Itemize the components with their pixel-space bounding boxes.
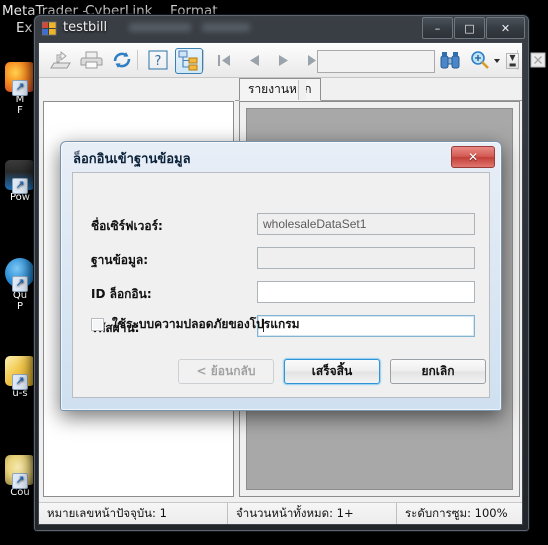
firefox-icon: ↗ — [5, 62, 35, 96]
dialog-body: ชื่อเซิร์ฟเวอร์: ฐานข้อมูล: ID ล็อกอิน: … — [72, 172, 490, 398]
tab-main-report[interactable]: รายงานหลัก — [239, 78, 321, 101]
next-page-icon — [279, 55, 288, 66]
first-page-icon — [218, 55, 230, 66]
titlebar-blur-artifact-1 — [129, 23, 191, 32]
status-current-page: หมายเลขหน้าปัจจุบัน: 1 — [47, 505, 167, 520]
field-row-login-id: ID ล็อกอิน: — [91, 281, 475, 305]
back-button[interactable]: < ย้อนกลับ — [178, 359, 274, 384]
report-tabstrip: รายงานหลัก — [39, 78, 522, 101]
cancel-button[interactable]: ยกเลิก — [390, 359, 486, 384]
field-row-server-name: ชื่อเซิร์ฟเวอร์: — [91, 213, 475, 237]
maximize-button[interactable]: □ — [454, 17, 485, 39]
binoculars-icon — [440, 52, 460, 69]
next-page-button[interactable] — [271, 48, 299, 74]
game-icon: ↗ — [5, 455, 35, 489]
finish-button[interactable]: เสร็จสิ้น — [284, 359, 380, 384]
export-button[interactable] — [49, 48, 77, 74]
toolbar-separator-2 — [203, 50, 204, 70]
shortcut-arrow-icon: ↗ — [12, 276, 28, 292]
question-mark-icon: ? — [148, 50, 168, 70]
svg-text:?: ? — [155, 54, 162, 69]
first-page-button[interactable] — [211, 48, 239, 74]
window-controls: – □ ✕ — [422, 17, 525, 39]
vs-project-icon — [42, 21, 57, 36]
find-button[interactable] — [437, 48, 465, 74]
previous-page-button[interactable] — [241, 48, 269, 74]
toolbar-overflow-icon[interactable]: ▼ ▬ — [506, 53, 519, 69]
print-button[interactable] — [79, 48, 107, 74]
desktop-icon-label: MF — [15, 94, 25, 116]
powerpoint-icon: ↗ — [5, 160, 35, 194]
database-input[interactable] — [257, 247, 475, 269]
database-login-dialog: ล็อกอินเข้าฐานข้อมูล ✕ ชื่อเซิร์ฟเวอร์: … — [60, 141, 502, 411]
window-title: testbill — [63, 20, 108, 35]
minimize-button[interactable]: – — [422, 17, 453, 39]
status-zoom-level: ระดับการซูม: 100% — [396, 503, 516, 524]
window-titlebar[interactable]: testbill – □ ✕ — [34, 15, 529, 42]
login-id-label: ID ล็อกอิน: — [91, 287, 152, 301]
desktop-background: MetaTrader - CyberLink Format Ex ↗ MF ↗ … — [0, 0, 548, 545]
document-map-button[interactable] — [175, 48, 203, 74]
field-row-database: ฐานข้อมูล: — [91, 247, 475, 271]
shortcut-arrow-icon: ↗ — [12, 374, 28, 390]
tabstrip-filler — [298, 80, 306, 100]
app-security-checkbox[interactable] — [91, 318, 104, 331]
refresh-button[interactable] — [109, 48, 137, 74]
login-id-input[interactable] — [257, 281, 475, 303]
shortcut-arrow-icon: ↗ — [12, 80, 28, 96]
previous-page-icon — [250, 55, 259, 66]
bg-menu-item-3[interactable]: Ex — [16, 20, 33, 36]
chevron-down-icon — [494, 59, 500, 63]
document-map-icon — [178, 50, 198, 71]
desktop-icon-label: Qu P — [12, 290, 28, 312]
titlebar-blur-artifact-2 — [202, 23, 250, 32]
shortcut-arrow-icon: ↗ — [12, 473, 28, 489]
quicktime-icon: ↗ — [5, 258, 35, 292]
database-label: ฐานข้อมูล: — [91, 253, 149, 267]
export-icon — [50, 51, 71, 69]
stop-icon — [530, 52, 546, 68]
dialog-close-button[interactable]: ✕ — [451, 146, 495, 168]
status-bar: หมายเลขหน้าปัจจุบัน: 1 จำนวนหน้าทั้งหมด:… — [39, 502, 522, 524]
zoom-dropdown-button[interactable] — [489, 48, 505, 74]
server-name-input[interactable] — [257, 213, 475, 235]
stop-button[interactable] — [525, 48, 548, 74]
usb-drive-icon: ↗ — [5, 356, 35, 390]
help-button[interactable]: ? — [145, 48, 173, 74]
dialog-title: ล็อกอินเข้าฐานข้อมูล — [73, 152, 191, 167]
app-security-checkbox-row[interactable]: ใช้ระบบความปลอดภัยของโปรแกรม — [91, 315, 300, 334]
close-button[interactable]: ✕ — [486, 17, 525, 39]
server-name-label: ชื่อเซิร์ฟเวอร์: — [91, 219, 163, 233]
app-security-label: ใช้ระบบความปลอดภัยของโปรแกรม — [112, 317, 300, 331]
shortcut-arrow-icon: ↗ — [12, 178, 28, 194]
zoom-magnifier-icon — [471, 51, 489, 69]
printer-icon — [80, 51, 103, 69]
dialog-button-row: < ย้อนกลับ เสร็จสิ้น ยกเลิก — [73, 359, 489, 385]
status-total-pages: จำนวนหน้าทั้งหมด: 1+ — [227, 503, 396, 524]
refresh-icon — [113, 52, 131, 68]
report-viewer-toolbar: ? ▼ ▬ — [39, 43, 546, 78]
toolbar-separator-1 — [137, 50, 138, 70]
dialog-titlebar[interactable]: ล็อกอินเข้าฐานข้อมูล ✕ — [61, 142, 501, 172]
zoom-button[interactable] — [467, 48, 491, 74]
search-input[interactable] — [317, 50, 435, 73]
